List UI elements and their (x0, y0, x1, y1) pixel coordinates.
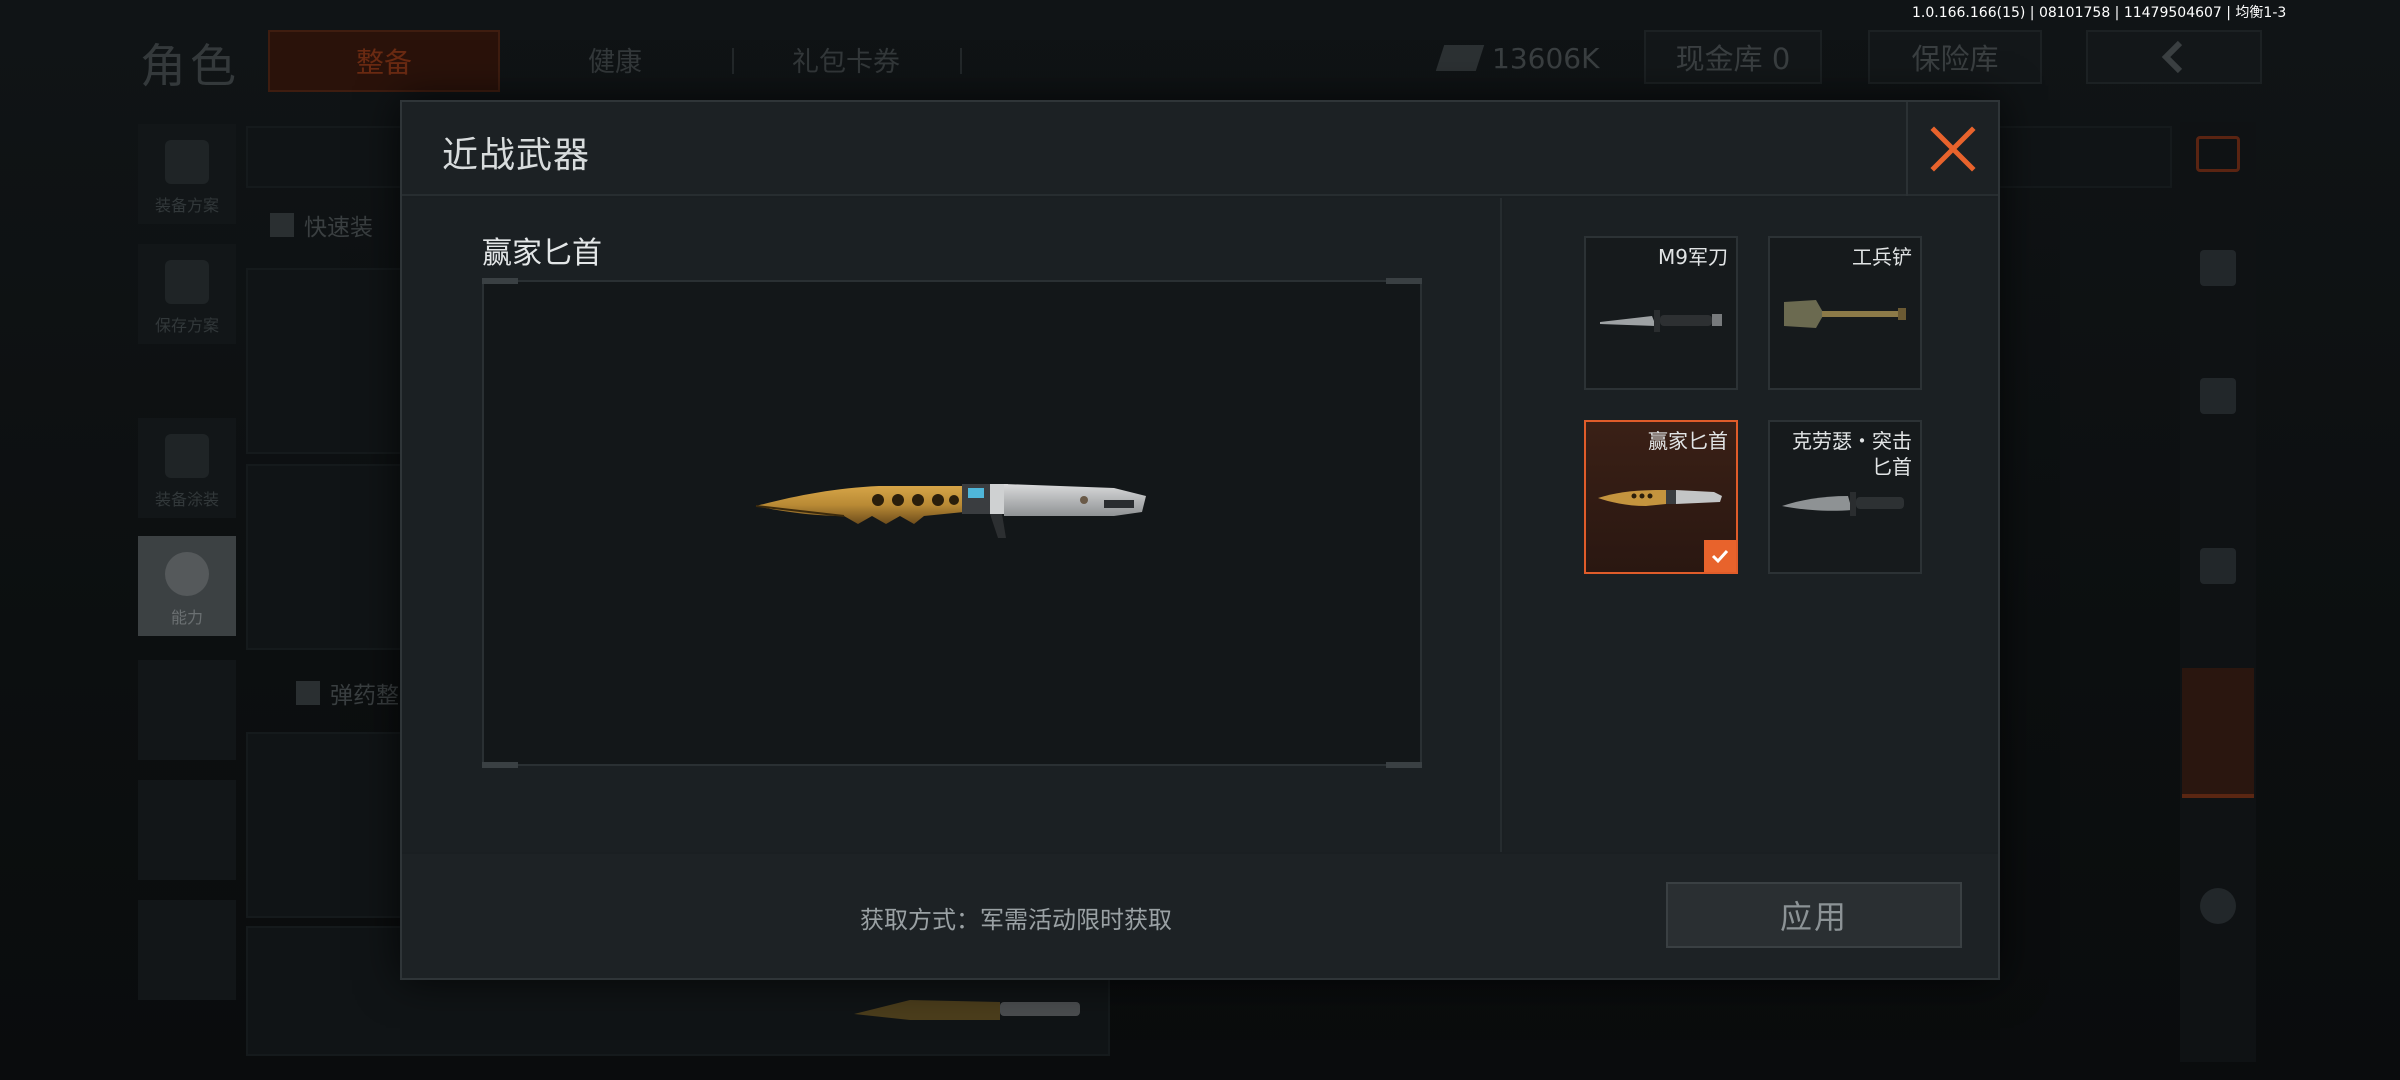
frame-corner (482, 278, 518, 284)
side-item-skin[interactable]: 装备涂装 (138, 418, 236, 518)
side-slot (138, 780, 236, 880)
download-icon (165, 260, 209, 304)
weapon-card-krauser-dagger[interactable]: 克劳瑟・突击匕首 (1768, 420, 1922, 574)
side-item-label: 装备方案 (154, 196, 219, 215)
side-item-label: 装备涂装 (154, 490, 219, 509)
apply-button[interactable]: 应用 (1666, 882, 1962, 948)
gear-slot (246, 464, 406, 650)
dialog-header: 近战武器 (402, 102, 1998, 196)
tab-divider (960, 48, 962, 74)
shirt-icon (270, 213, 294, 237)
side-slot (138, 900, 236, 1000)
weapon-card-label: 克劳瑟・突击匕首 (1792, 429, 1912, 479)
weapon-card-label: M9军刀 (1658, 245, 1728, 269)
cash-stack-icon[interactable] (2200, 548, 2236, 584)
selected-check-icon (1704, 540, 1736, 572)
weapon-grid: M9军刀 工兵铲 赢家匕首 克劳瑟・突击匕首 (1504, 198, 1998, 852)
back-button[interactable] (2086, 30, 2262, 84)
version-info: 1.0.166.166(15) | 08101758 | 11479504607… (1912, 5, 2287, 21)
side-item-loadout[interactable]: 装备方案 (138, 124, 236, 224)
clock-icon[interactable] (2200, 888, 2236, 924)
close-button[interactable] (1906, 102, 1998, 196)
tab-gift-cards[interactable]: 礼包卡券 (792, 40, 900, 79)
acquire-method-text: 获取方式：军需活动限时获取 (860, 906, 1172, 934)
vest-icon (165, 140, 209, 184)
selected-weapon-name: 赢家匕首 (482, 236, 602, 271)
frame-corner (482, 762, 518, 768)
quick-equip-button[interactable]: 快速装 (270, 208, 373, 242)
weapon-card-label: 工兵铲 (1852, 245, 1912, 269)
money-amount: 13606K (1492, 41, 1600, 75)
weapon-card-winner-dagger[interactable]: 赢家匕首 (1584, 420, 1738, 574)
ammo-icon (296, 681, 320, 705)
m9-knife-icon (1600, 310, 1722, 332)
side-slot (138, 660, 236, 760)
tab-divider (732, 48, 734, 74)
safe-box-button[interactable]: 保险库 (1868, 30, 2042, 84)
right-toolbar-active[interactable] (2182, 668, 2254, 798)
side-item-ability[interactable]: 能力 (138, 536, 236, 636)
weapon-card-shovel[interactable]: 工兵铲 (1768, 236, 1922, 390)
weapon-card-label: 赢家匕首 (1648, 429, 1728, 453)
close-icon (1930, 126, 1976, 172)
weapon-preview-frame (482, 278, 1422, 768)
tab-equip[interactable]: 整备 (268, 30, 500, 92)
home-icon[interactable] (2200, 250, 2236, 286)
money-display: 13606K (1435, 34, 1612, 82)
cash-icon (1435, 45, 1485, 71)
back-arrow-icon (2161, 40, 2183, 74)
shovel-icon (1784, 300, 1906, 328)
frame-corner (1386, 762, 1422, 768)
winner-dagger-icon (755, 484, 1146, 538)
cash-vault-button[interactable]: 现金库 0 (1644, 30, 1822, 84)
ammo-organize-button[interactable]: 弹药整 (296, 676, 399, 710)
side-item-save[interactable]: 保存方案 (138, 244, 236, 344)
gear-slot (246, 268, 406, 454)
winner-dagger-icon (1598, 490, 1722, 506)
melee-weapon-dialog: 近战武器 赢家匕首 M9军刀 工兵铲 赢家匕首 克劳瑟・突击匕首 获取方式：军需… (400, 100, 2000, 980)
inventory-icon[interactable] (2196, 136, 2240, 172)
ability-icon (165, 552, 209, 596)
soldier-icon (165, 434, 209, 478)
weapon-preview-panel: 赢家匕首 (402, 198, 1502, 852)
frame-corner (1386, 278, 1422, 284)
dialog-title: 近战武器 (442, 135, 591, 176)
gear-slot (246, 732, 406, 918)
weapon-card-m9[interactable]: M9军刀 (1584, 236, 1738, 390)
side-item-label: 能力 (170, 608, 203, 627)
key-icon[interactable] (2200, 378, 2236, 414)
dialog-footer: 获取方式：军需活动限时获取 应用 (402, 854, 1998, 978)
krauser-dagger-icon (1782, 492, 1904, 516)
tab-health[interactable]: 健康 (588, 40, 642, 79)
side-item-label: 保存方案 (154, 316, 219, 335)
page-title: 角色 (140, 39, 240, 93)
melee-thumb-icon (854, 1000, 1080, 1020)
